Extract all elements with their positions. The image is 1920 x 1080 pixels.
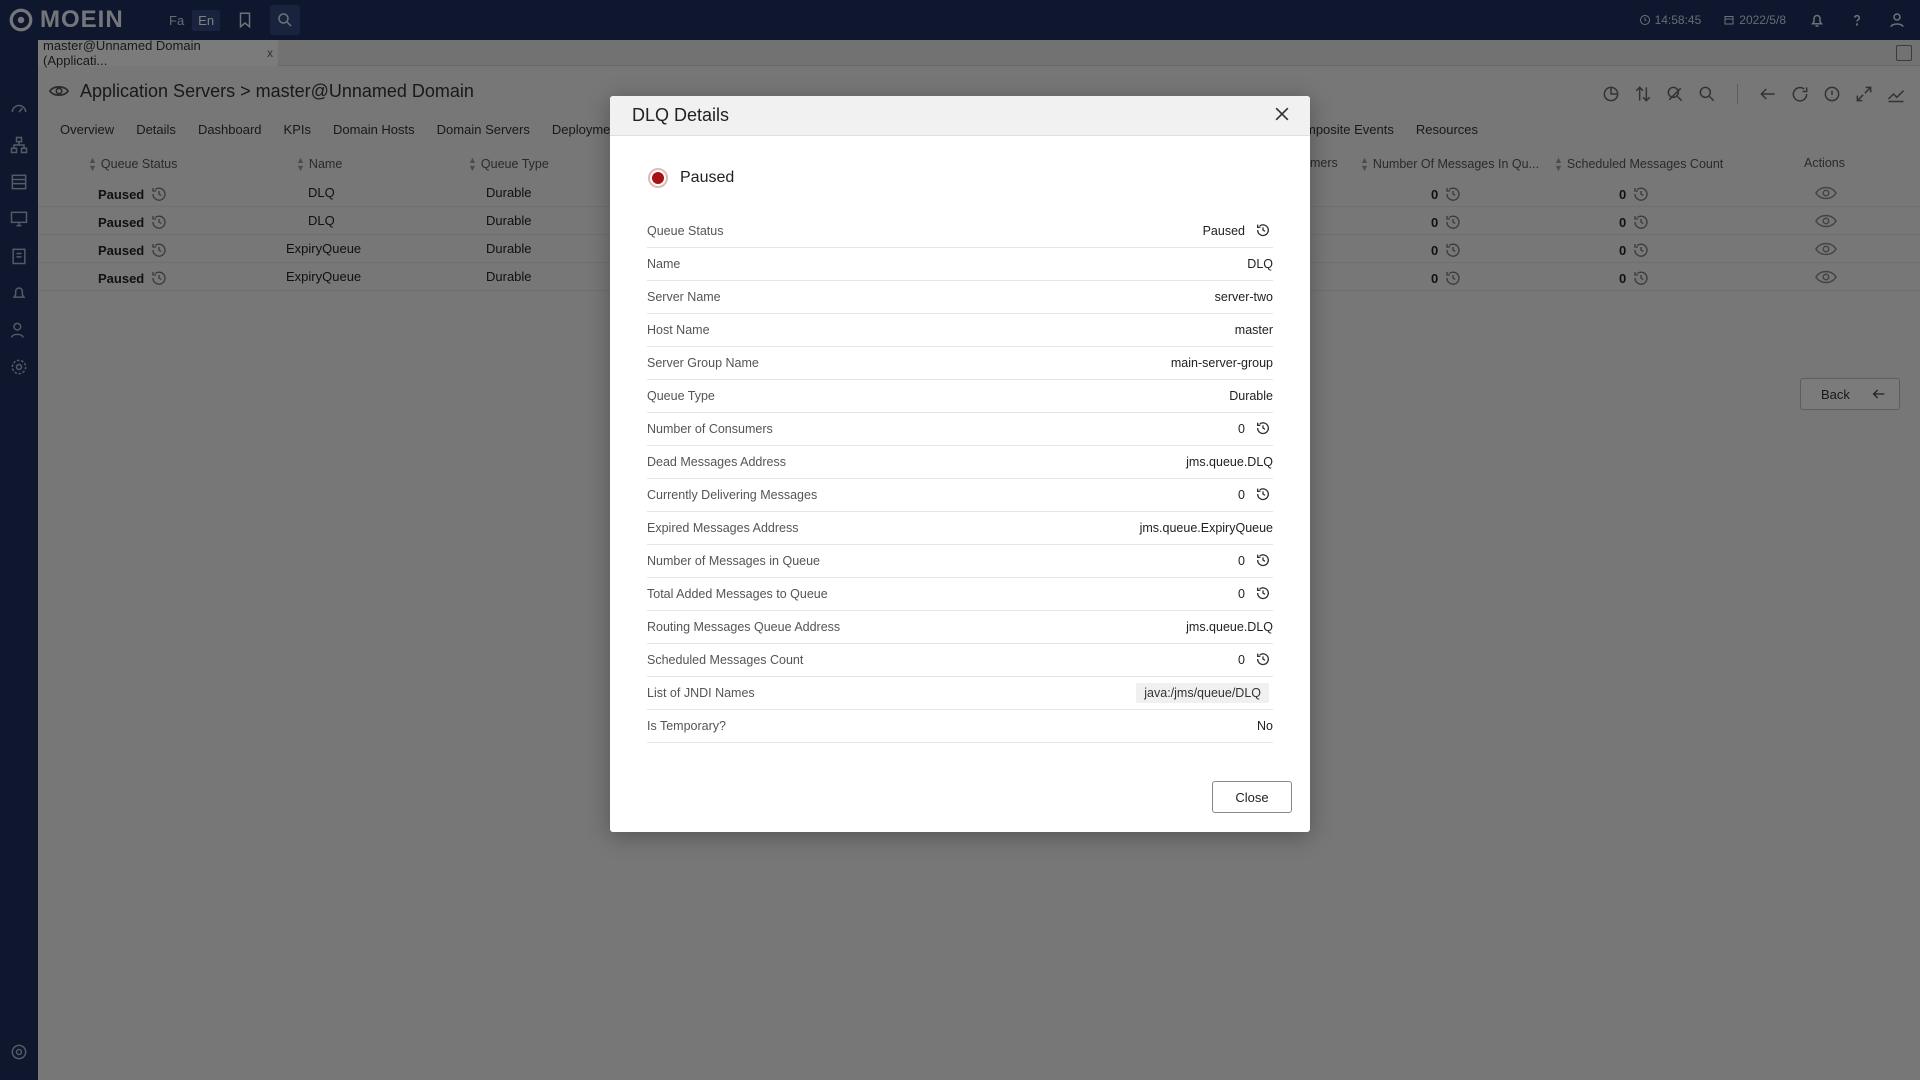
history-icon[interactable]: [1255, 222, 1273, 240]
detail-value: jms.queue.DLQ: [1186, 455, 1273, 469]
status-dot-icon: [652, 172, 664, 184]
detail-label: Total Added Messages to Queue: [647, 587, 828, 601]
detail-row-name: Name DLQ: [647, 248, 1273, 281]
detail-label: Host Name: [647, 323, 710, 337]
dialog-header: DLQ Details: [610, 96, 1310, 136]
history-icon[interactable]: [1255, 552, 1273, 570]
detail-value: jms.queue.ExpiryQueue: [1139, 521, 1273, 535]
detail-row-queue-status: Queue Status Paused: [647, 215, 1273, 248]
detail-value: server-two: [1214, 290, 1273, 304]
detail-row-server-name: Server Name server-two: [647, 281, 1273, 314]
detail-label: Server Group Name: [647, 356, 759, 370]
dialog-close-button[interactable]: [1272, 104, 1292, 127]
detail-row-currently-delivering: Currently Delivering Messages 0: [647, 479, 1273, 512]
detail-label: Currently Delivering Messages: [647, 488, 818, 502]
detail-value: Durable: [1229, 389, 1273, 403]
detail-value: Paused: [1202, 224, 1245, 238]
detail-row-dead-messages-address: Dead Messages Address jms.queue.DLQ: [647, 446, 1273, 479]
detail-label: Expired Messages Address: [647, 521, 799, 535]
detail-row-total-added: Total Added Messages to Queue 0: [647, 578, 1273, 611]
detail-label: Routing Messages Queue Address: [647, 620, 841, 634]
detail-value: DLQ: [1247, 257, 1273, 271]
detail-value: No: [1257, 719, 1273, 733]
detail-row-expired-messages-address: Expired Messages Address jms.queue.Expiry…: [647, 512, 1273, 545]
detail-value: 0: [1238, 422, 1245, 436]
history-icon[interactable]: [1255, 651, 1273, 669]
detail-row-number-of-consumers: Number of Consumers 0: [647, 413, 1273, 446]
detail-row-queue-type: Queue Type Durable: [647, 380, 1273, 413]
detail-label: Queue Type: [647, 389, 715, 403]
detail-row-server-group-name: Server Group Name main-server-group: [647, 347, 1273, 380]
detail-row-host-name: Host Name master: [647, 314, 1273, 347]
detail-label: Is Temporary?: [647, 719, 726, 733]
close-button[interactable]: Close: [1212, 781, 1292, 813]
history-icon[interactable]: [1255, 420, 1273, 438]
detail-label: Server Name: [647, 290, 721, 304]
jndi-name-chip: java:/jms/queue/DLQ: [1136, 683, 1269, 703]
detail-row-routing-address: Routing Messages Queue Address jms.queue.…: [647, 611, 1273, 644]
detail-value: 0: [1238, 653, 1245, 667]
detail-value: 0: [1238, 488, 1245, 502]
detail-row-scheduled-count: Scheduled Messages Count 0: [647, 644, 1273, 677]
detail-row-jndi-names: List of JNDI Names java:/jms/queue/DLQ: [647, 677, 1273, 710]
history-icon[interactable]: [1255, 486, 1273, 504]
detail-value: 0: [1238, 554, 1245, 568]
details-list: Queue Status Paused Name DLQ Server Name se…: [647, 215, 1273, 743]
status-indicator: [648, 168, 668, 188]
status-summary: Paused: [648, 168, 734, 188]
detail-value: jms.queue.DLQ: [1186, 620, 1273, 634]
detail-label: Queue Status: [647, 224, 724, 238]
detail-value: main-server-group: [1170, 356, 1273, 370]
close-icon: [1275, 107, 1289, 121]
detail-label: List of JNDI Names: [647, 686, 755, 700]
detail-row-is-temporary: Is Temporary? No: [647, 710, 1273, 743]
detail-label: Scheduled Messages Count: [647, 653, 804, 667]
detail-label: Number of Consumers: [647, 422, 773, 436]
dialog-title: DLQ Details: [632, 105, 730, 125]
detail-label: Dead Messages Address: [647, 455, 786, 469]
detail-value: master: [1234, 323, 1273, 337]
detail-label: Number of Messages in Queue: [647, 554, 821, 568]
dlq-details-dialog: DLQ Details Paused Queue Status Paused Na…: [610, 96, 1310, 832]
status-summary-text: Paused: [680, 169, 735, 186]
detail-row-messages-in-queue: Number of Messages in Queue 0: [647, 545, 1273, 578]
detail-label: Name: [647, 257, 681, 271]
history-icon[interactable]: [1255, 585, 1273, 603]
detail-value: 0: [1238, 587, 1245, 601]
